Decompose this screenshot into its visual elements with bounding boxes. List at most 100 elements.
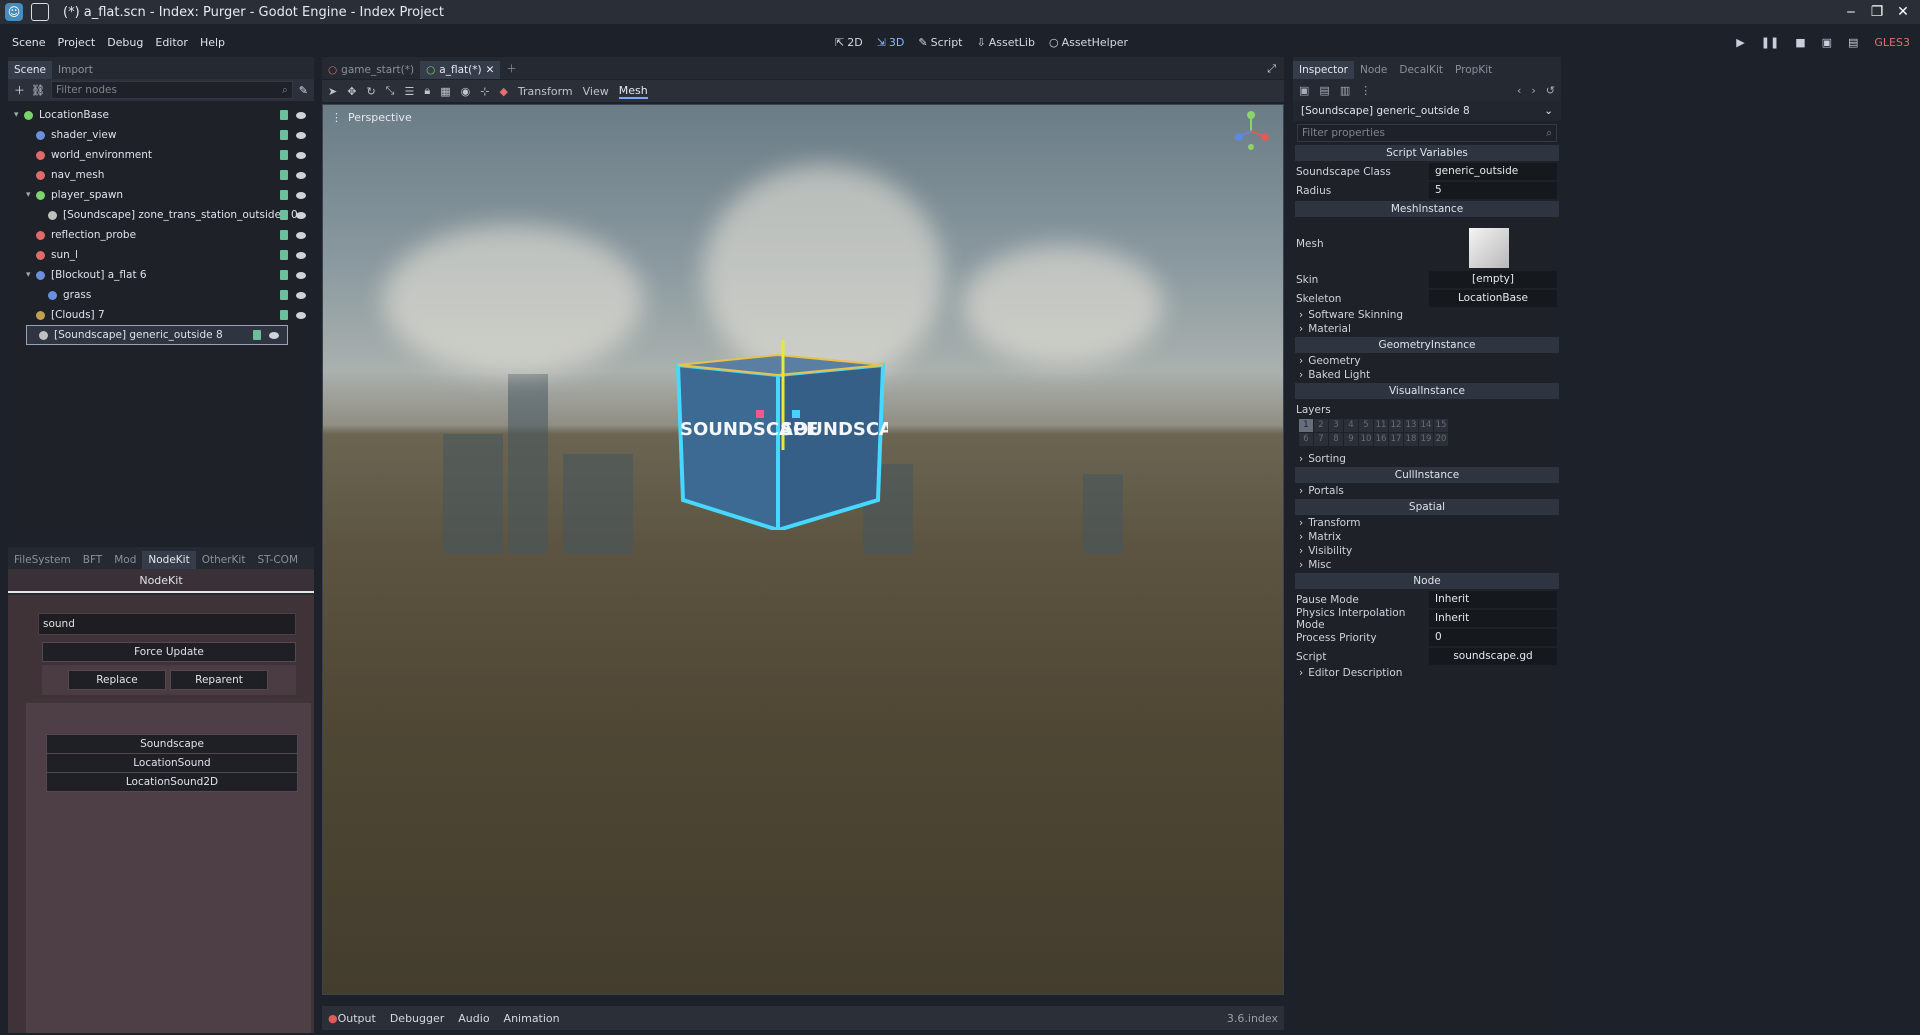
- tab-import[interactable]: Import: [52, 61, 99, 79]
- script-icon[interactable]: [280, 310, 288, 320]
- layer-toggle[interactable]: 17: [1389, 433, 1403, 446]
- tab-mod[interactable]: Mod: [108, 551, 143, 569]
- script-icon[interactable]: [280, 190, 288, 200]
- nodekit-search-input[interactable]: sound: [38, 613, 296, 635]
- new-tab-button[interactable]: ＋: [500, 58, 523, 79]
- soundscape-cube[interactable]: SOUNDSCAPE SOUNDSCAPE: [668, 340, 888, 530]
- section-visual-instance[interactable]: VisualInstance: [1295, 383, 1559, 399]
- new-resource-icon[interactable]: ▣: [1299, 84, 1309, 97]
- soundscape-class-field[interactable]: generic_outside: [1429, 163, 1557, 180]
- tree-node-row[interactable]: ▾ LocationBase: [8, 105, 314, 125]
- layer-toggle[interactable]: 5: [1359, 419, 1373, 432]
- layer-toggle[interactable]: 9: [1344, 433, 1358, 446]
- window-menu-icon[interactable]: [31, 3, 49, 21]
- section-geometry-instance[interactable]: GeometryInstance: [1295, 337, 1559, 353]
- tab-node[interactable]: Node: [1353, 61, 1394, 79]
- script-icon[interactable]: [280, 130, 288, 140]
- script-icon[interactable]: [280, 210, 288, 220]
- camera-icon[interactable]: ◆: [499, 85, 507, 98]
- script-icon[interactable]: [280, 110, 288, 120]
- open-resource-icon[interactable]: ▤: [1319, 84, 1329, 97]
- result-locationsound-button[interactable]: LocationSound: [46, 753, 298, 773]
- layer-toggle[interactable]: 4: [1344, 419, 1358, 432]
- tree-node-row[interactable]: nav_mesh: [8, 165, 314, 185]
- tab-game-start[interactable]: ○ game_start(*): [322, 61, 420, 79]
- tab-decalkit[interactable]: DecalKit: [1393, 61, 1449, 79]
- script-icon[interactable]: [280, 230, 288, 240]
- history-back-icon[interactable]: ‹: [1517, 84, 1521, 97]
- section-spatial[interactable]: Spatial: [1295, 499, 1559, 515]
- tab-scene[interactable]: Scene: [8, 61, 53, 79]
- group-material[interactable]: › Material: [1293, 322, 1561, 336]
- tree-node-row[interactable]: [Clouds] 7: [8, 305, 314, 325]
- link-icon[interactable]: ⛓: [31, 84, 45, 97]
- distraction-free-icon[interactable]: ⤢: [1259, 59, 1284, 79]
- inspected-object-selector[interactable]: [Soundscape] generic_outside 8 ⌄: [1293, 101, 1561, 121]
- group-software-skinning[interactable]: › Software Skinning: [1293, 308, 1561, 322]
- tab-animation[interactable]: Animation: [504, 1012, 560, 1025]
- tab-inspector[interactable]: Inspector: [1293, 61, 1354, 79]
- renderer-label[interactable]: GLES3: [1874, 36, 1910, 49]
- tree-node-row[interactable]: [Soundscape] generic_outside 8: [26, 325, 288, 345]
- tab-st-com[interactable]: ST-COM: [251, 551, 304, 569]
- visibility-eye-icon[interactable]: [296, 312, 306, 319]
- tab-filesystem[interactable]: FileSystem: [8, 551, 77, 569]
- tab-debugger[interactable]: Debugger: [390, 1012, 444, 1025]
- tab-bft[interactable]: BFT: [76, 551, 109, 569]
- scale-tool-icon[interactable]: ⤡: [386, 84, 395, 98]
- tree-node-row[interactable]: world_environment: [8, 145, 314, 165]
- script-field[interactable]: soundscape.gd: [1429, 648, 1557, 665]
- tree-node-row[interactable]: sun_l: [8, 245, 314, 265]
- workspace-assetlib-button[interactable]: ⇩ AssetLib: [977, 36, 1035, 49]
- layer-toggle[interactable]: 10: [1359, 433, 1373, 446]
- layer-toggle[interactable]: 11: [1374, 419, 1388, 432]
- play-custom-icon[interactable]: ▤: [1848, 36, 1858, 49]
- replace-button[interactable]: Replace: [68, 670, 166, 690]
- menu-help[interactable]: Help: [200, 36, 225, 49]
- lock-icon[interactable]: 🔒︎: [424, 84, 430, 98]
- group-misc[interactable]: › Misc: [1293, 558, 1561, 572]
- visibility-eye-icon[interactable]: [296, 192, 306, 199]
- expand-arrow-icon[interactable]: ▾: [26, 190, 36, 200]
- menu-scene[interactable]: Scene: [12, 36, 46, 49]
- workspace-2d-button[interactable]: ⇱ 2D: [835, 36, 863, 49]
- transform-menu[interactable]: Transform: [518, 85, 573, 98]
- history-forward-icon[interactable]: ›: [1531, 84, 1535, 97]
- script-icon[interactable]: [253, 330, 261, 340]
- skin-field[interactable]: [empty]: [1429, 271, 1557, 288]
- tab-a-flat[interactable]: ○ a_flat(*) ✕: [420, 61, 501, 79]
- layer-toggle[interactable]: 2: [1314, 419, 1328, 432]
- radius-field[interactable]: 5: [1429, 182, 1557, 199]
- filter-nodes-input[interactable]: Filter nodes ⌕: [50, 81, 293, 99]
- force-update-button[interactable]: Force Update: [42, 642, 296, 662]
- process-priority-spinbox[interactable]: 0: [1429, 629, 1557, 646]
- group-sorting[interactable]: › Sorting: [1293, 452, 1561, 466]
- move-tool-icon[interactable]: ✥: [347, 85, 356, 98]
- workspace-script-button[interactable]: ✎ Script: [918, 36, 962, 49]
- visibility-eye-icon[interactable]: [296, 212, 306, 219]
- script-icon[interactable]: [280, 170, 288, 180]
- layer-toggle[interactable]: 1: [1299, 419, 1313, 432]
- layer-toggle[interactable]: 7: [1314, 433, 1328, 446]
- menu-editor[interactable]: Editor: [155, 36, 188, 49]
- group-visibility[interactable]: › Visibility: [1293, 544, 1561, 558]
- layer-toggle[interactable]: 18: [1404, 433, 1418, 446]
- group-icon[interactable]: ▦: [440, 85, 450, 98]
- group-portals[interactable]: › Portals: [1293, 484, 1561, 498]
- visibility-eye-icon[interactable]: [296, 172, 306, 179]
- visibility-eye-icon[interactable]: [296, 132, 306, 139]
- expand-arrow-icon[interactable]: ▾: [26, 270, 36, 280]
- history-icon[interactable]: ↺: [1546, 84, 1555, 97]
- workspace-3d-button[interactable]: ⇲ 3D: [877, 36, 905, 49]
- close-window-button[interactable]: ✕: [1894, 3, 1912, 21]
- axis-gizmo[interactable]: [1233, 111, 1269, 151]
- visibility-eye-icon[interactable]: [269, 332, 279, 339]
- maximize-button[interactable]: ❐: [1868, 3, 1886, 21]
- tab-nodekit[interactable]: NodeKit: [142, 551, 196, 569]
- layers-grid[interactable]: 1 2 3 4 5 11 12 13 14 15 6 7 8 9 10 16 17 18 19 20: [1299, 419, 1561, 446]
- result-locationsound2d-button[interactable]: LocationSound2D: [46, 772, 298, 792]
- more-options-icon[interactable]: ⋮: [1360, 84, 1371, 97]
- tree-node-row[interactable]: shader_view: [8, 125, 314, 145]
- tree-node-row[interactable]: ▾ player_spawn: [8, 185, 314, 205]
- section-node[interactable]: Node: [1295, 573, 1559, 589]
